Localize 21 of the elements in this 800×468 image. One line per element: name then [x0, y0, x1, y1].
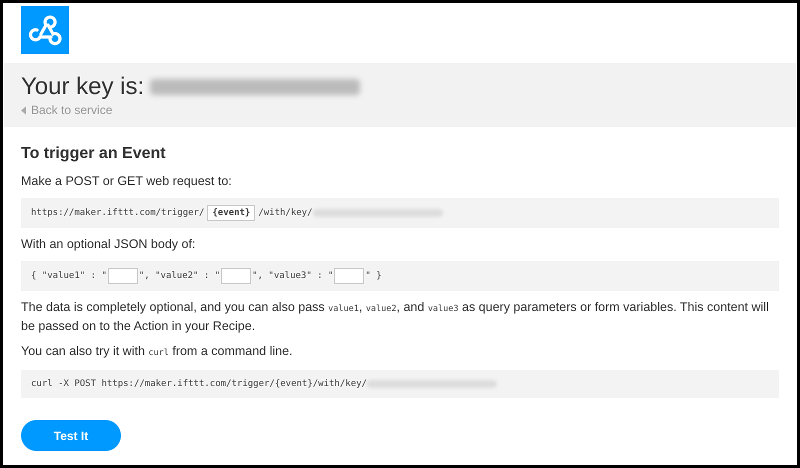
json-text: { "value1" : ": [31, 271, 107, 281]
value-input-field[interactable]: [221, 268, 252, 284]
event-placeholder[interactable]: {event}: [207, 205, 256, 221]
data-note: The data is completely optional, and you can also pass value1, value2, and value3 as query parameters or form variables. This content will be passed on to the Action in your Recipe.: [21, 299, 770, 335]
json-text: ", "value2" : ": [138, 271, 220, 281]
webhook-logo-icon: [21, 6, 69, 54]
section-heading: To trigger an Event: [21, 145, 167, 163]
key-label: Your key is:: [21, 73, 144, 101]
back-link[interactable]: Back to service: [21, 103, 112, 117]
json-text: " }: [365, 271, 382, 281]
back-arrow-icon: [21, 106, 26, 114]
request-intro: Make a POST or GET web request to:: [21, 173, 233, 190]
value-input-field[interactable]: [108, 268, 138, 284]
value-input-field[interactable]: [334, 268, 364, 284]
test-it-button[interactable]: Test It: [21, 420, 121, 451]
json-text: ", "value3" : ": [252, 271, 334, 281]
url-text: https://maker.ifttt.com/trigger/: [31, 208, 204, 218]
body-intro: With an optional JSON body of:: [21, 236, 196, 253]
curl-command: curl -X POST https://maker.ifttt.com/trigger/{event}/with/key/: [31, 379, 367, 389]
url-text: /with/key/: [258, 208, 313, 218]
curl-intro: You can also try it with curl from a command line.: [21, 343, 294, 360]
